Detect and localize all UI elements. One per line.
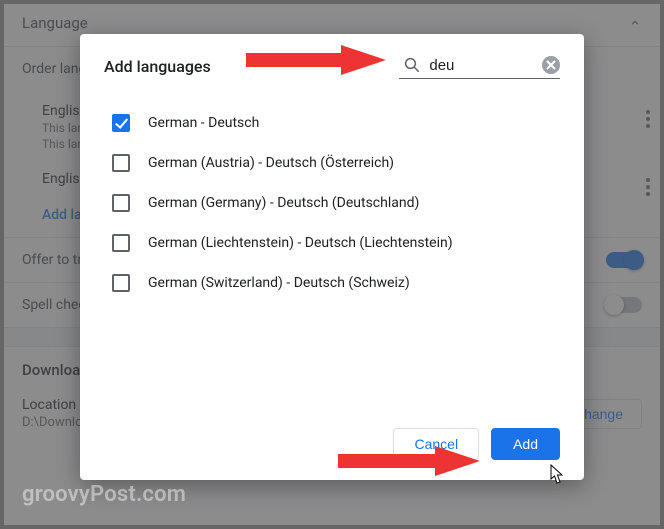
dialog-footer: Cancel Add xyxy=(80,416,584,480)
checkbox[interactable] xyxy=(112,114,130,132)
search-input[interactable] xyxy=(429,57,534,74)
language-option-label: German (Switzerland) - Deutsch (Schweiz) xyxy=(148,275,410,291)
language-option-label: German (Germany) - Deutsch (Deutschland) xyxy=(148,195,419,211)
search-field[interactable] xyxy=(399,54,560,79)
close-icon xyxy=(546,60,556,70)
dialog-header: Add languages xyxy=(80,34,584,87)
checkbox[interactable] xyxy=(112,234,130,252)
add-languages-dialog: Add languages German - Deutsch German (Au… xyxy=(80,34,584,480)
dialog-body: German - Deutsch German (Austria) - Deuts… xyxy=(80,87,584,416)
checkbox[interactable] xyxy=(112,274,130,292)
cancel-button[interactable]: Cancel xyxy=(393,428,479,460)
language-option[interactable]: German (Liechtenstein) - Deutsch (Liecht… xyxy=(112,223,560,263)
language-option[interactable]: German - Deutsch xyxy=(112,103,560,143)
clear-search-button[interactable] xyxy=(542,56,560,74)
checkbox[interactable] xyxy=(112,154,130,172)
language-option-label: German (Austria) - Deutsch (Österreich) xyxy=(148,155,394,171)
search-icon xyxy=(403,56,421,74)
checkbox[interactable] xyxy=(112,194,130,212)
dialog-title: Add languages xyxy=(104,57,211,76)
language-option-label: German (Liechtenstein) - Deutsch (Liecht… xyxy=(148,235,453,251)
language-option[interactable]: German (Switzerland) - Deutsch (Schweiz) xyxy=(112,263,560,303)
language-option[interactable]: German (Austria) - Deutsch (Österreich) xyxy=(112,143,560,183)
add-button[interactable]: Add xyxy=(491,428,560,460)
watermark: groovyPost.com xyxy=(22,482,186,507)
language-option-label: German - Deutsch xyxy=(148,115,259,131)
language-option[interactable]: German (Germany) - Deutsch (Deutschland) xyxy=(112,183,560,223)
